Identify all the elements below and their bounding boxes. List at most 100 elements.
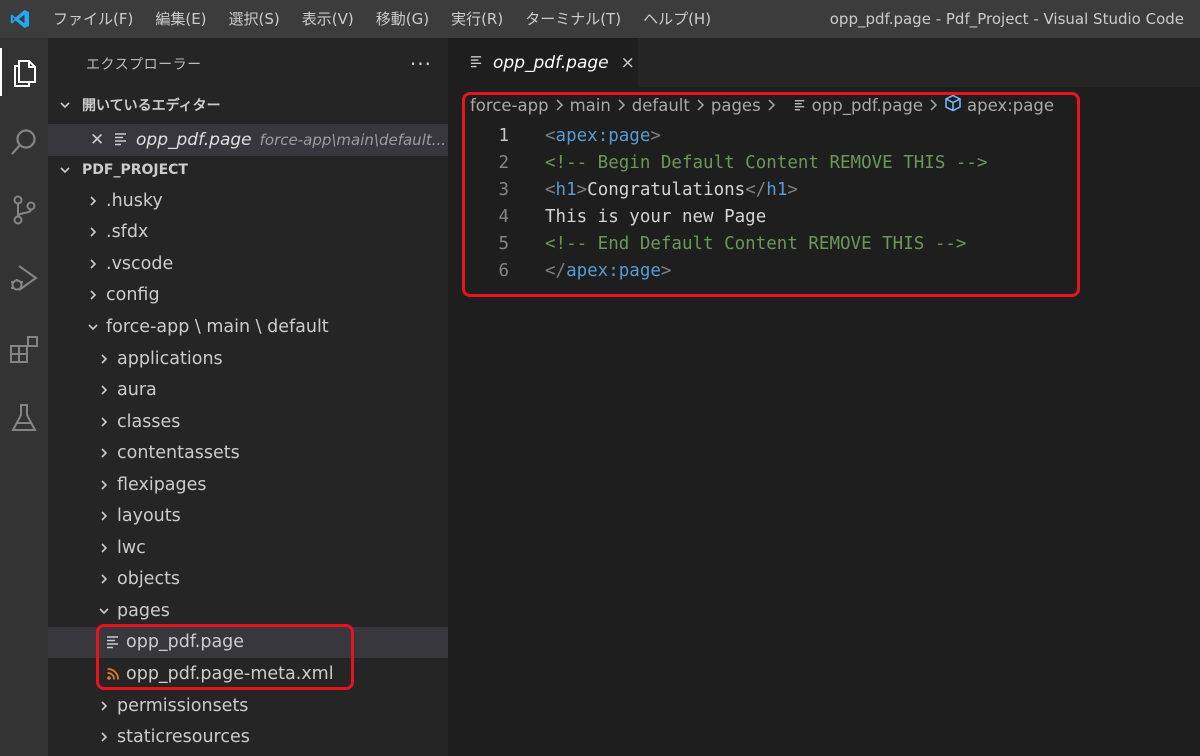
file-lines-icon — [794, 96, 806, 115]
file-tree-folder[interactable]: .sfdx — [48, 217, 448, 249]
explorer-sidebar: エクスプローラー ··· 開いているエディター ✕ opp_pdf.page f… — [48, 38, 448, 756]
file-tree-folder[interactable]: .vscode — [48, 248, 448, 280]
chevron-down-icon — [48, 99, 82, 111]
chevron-right-icon — [97, 731, 111, 743]
chevron-right-icon — [97, 353, 111, 365]
file-tree-folder[interactable]: objects — [48, 564, 448, 596]
file-tree-folder[interactable]: aura — [48, 374, 448, 406]
open-editor-item[interactable]: ✕ opp_pdf.page force-app\main\default... — [48, 124, 448, 156]
chevron-right-icon — [86, 226, 100, 238]
extensions-icon[interactable] — [0, 326, 48, 374]
file-tree-folder[interactable]: applications — [48, 343, 448, 375]
open-editors-label: 開いているエディター — [82, 98, 221, 114]
code-text: </apex:page> — [545, 260, 672, 281]
explorer-icon[interactable] — [0, 48, 48, 96]
file-tree-folder[interactable]: classes — [48, 406, 448, 438]
file-tree-file[interactable]: opp_pdf.page-meta.xml — [48, 658, 448, 690]
file-tree-label: classes — [117, 411, 181, 432]
chevron-right-icon — [97, 447, 111, 459]
file-tree-label: lwc — [117, 537, 146, 558]
open-editors-header[interactable]: 開いているエディター — [48, 90, 448, 120]
code-line: 2 <!-- Begin Default Content REMOVE THIS… — [448, 149, 1200, 176]
breadcrumb-item[interactable]: opp_pdf.page — [812, 96, 923, 115]
chevron-down-icon — [48, 164, 82, 176]
more-actions-icon[interactable]: ··· — [410, 52, 432, 76]
file-tree-folder[interactable]: pages — [48, 595, 448, 627]
search-icon[interactable] — [0, 118, 48, 166]
title-bar: ファイル(F) 編集(E) 選択(S) 表示(V) 移動(G) 実行(R) ター… — [0, 0, 1200, 38]
file-tree-label: .sfdx — [106, 222, 149, 243]
chevron-right-icon — [929, 96, 938, 115]
file-tree-folder[interactable]: config — [48, 280, 448, 312]
source-control-icon[interactable] — [0, 186, 48, 234]
menu-terminal[interactable]: ターミナル(T) — [514, 0, 632, 38]
menu-selection[interactable]: 選択(S) — [218, 0, 291, 38]
file-lines-icon — [470, 53, 483, 73]
breadcrumb-item[interactable]: apex:page — [967, 96, 1054, 115]
run-debug-icon[interactable] — [0, 254, 48, 302]
file-tree-label: layouts — [117, 506, 181, 527]
menu-view[interactable]: 表示(V) — [291, 0, 365, 38]
line-number: 2 — [498, 152, 509, 173]
code-text: <!-- Begin Default Content REMOVE THIS -… — [545, 152, 988, 173]
file-tree-label: applications — [117, 348, 223, 369]
file-tree-label: opp_pdf.page-meta.xml — [126, 664, 334, 684]
project-header[interactable]: PDF_PROJECT — [48, 155, 448, 185]
chevron-right-icon — [617, 96, 626, 115]
file-tree-folder[interactable]: force-app \ main \ default — [48, 311, 448, 343]
file-tree-label: .vscode — [106, 253, 174, 274]
menu-file[interactable]: ファイル(F) — [42, 0, 144, 38]
close-icon[interactable]: ✕ — [90, 130, 114, 150]
breadcrumb-item[interactable]: pages — [711, 96, 761, 115]
tab-opp-pdf-page[interactable]: opp_pdf.page × — [448, 38, 638, 87]
file-lines-icon — [114, 131, 128, 150]
code-text: <apex:page> — [545, 125, 661, 146]
line-number: 3 — [498, 179, 509, 200]
chevron-right-icon — [97, 700, 111, 712]
code-line: 5 <!-- End Default Content REMOVE THIS -… — [448, 230, 1200, 257]
chevron-right-icon — [86, 289, 100, 301]
breadcrumb-item[interactable]: main — [570, 96, 611, 115]
file-tree-folder[interactable]: contentassets — [48, 437, 448, 469]
close-icon[interactable]: × — [621, 53, 635, 73]
code-text: This is your new Page — [545, 206, 767, 227]
menu-go[interactable]: 移動(G) — [365, 0, 440, 38]
chevron-right-icon — [767, 96, 776, 115]
chevron-right-icon — [86, 258, 100, 270]
file-tree-label: permissionsets — [117, 695, 249, 716]
testing-icon[interactable] — [0, 394, 48, 442]
symbol-cube-icon — [944, 94, 962, 116]
chevron-right-icon — [97, 573, 111, 585]
menu-bar: ファイル(F) 編集(E) 選択(S) 表示(V) 移動(G) 実行(R) ター… — [42, 0, 722, 38]
breadcrumb: force-app main default pages opp_pdf.pag… — [470, 94, 1054, 116]
file-tree-folder[interactable]: lwc — [48, 532, 448, 564]
activity-bar — [0, 38, 48, 756]
line-number: 4 — [498, 206, 509, 227]
breadcrumb-item[interactable]: default — [632, 96, 690, 115]
chevron-right-icon — [86, 195, 100, 207]
code-text: <h1>Congratulations</h1> — [545, 179, 798, 200]
file-tree-label: pages — [117, 600, 170, 621]
line-number: 1 — [498, 125, 509, 146]
code-line: 4 This is your new Page — [448, 203, 1200, 230]
file-tree-label: objects — [117, 569, 181, 590]
file-tree-folder[interactable]: permissionsets — [48, 690, 448, 722]
breadcrumb-item[interactable]: force-app — [470, 96, 549, 115]
file-tree-label: aura — [117, 380, 157, 401]
open-editor-path: force-app\main\default... — [259, 131, 447, 149]
file-tree-file[interactable]: opp_pdf.page — [48, 626, 448, 659]
menu-run[interactable]: 実行(R) — [440, 0, 514, 38]
file-tree-folder[interactable]: .husky — [48, 185, 448, 217]
code-line: 6 </apex:page> — [448, 257, 1200, 284]
chevron-right-icon — [97, 416, 111, 428]
project-label: PDF_PROJECT — [82, 162, 188, 178]
chevron-right-icon — [97, 384, 111, 396]
chevron-right-icon — [555, 96, 564, 115]
file-tree-label: flexipages — [117, 474, 207, 495]
open-editor-filename: opp_pdf.page — [136, 130, 252, 150]
file-tree-folder[interactable]: layouts — [48, 501, 448, 533]
file-tree-folder[interactable]: flexipages — [48, 469, 448, 501]
file-tree-folder[interactable]: staticresources — [48, 721, 448, 753]
menu-help[interactable]: ヘルプ(H) — [632, 0, 722, 38]
menu-edit[interactable]: 編集(E) — [144, 0, 217, 38]
